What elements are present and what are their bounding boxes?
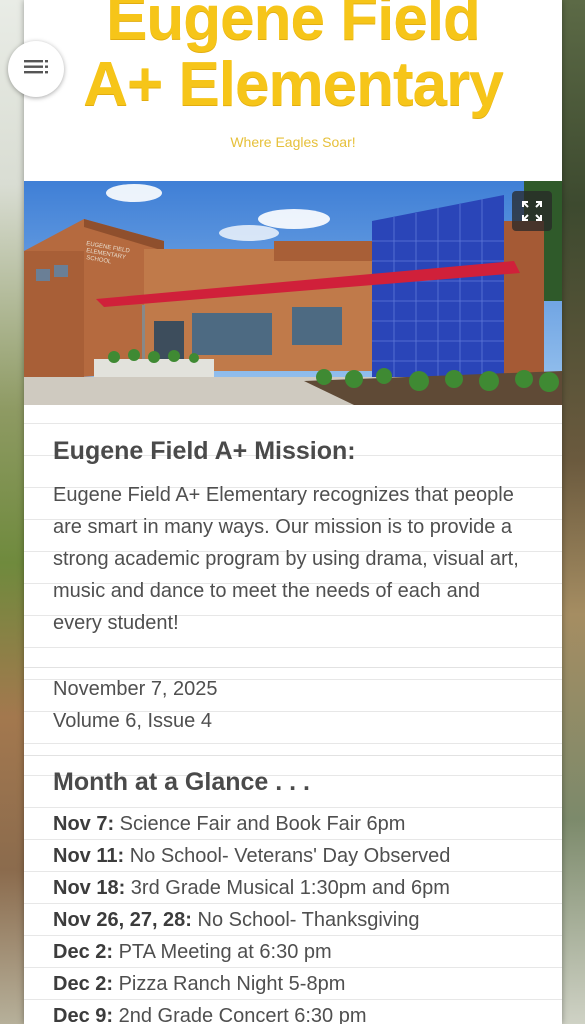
page-header: Eugene Field A+ Elementary Where Eagles … xyxy=(24,0,562,181)
background-photo-right xyxy=(561,0,585,1024)
list-item: Nov 11: No School- Veterans' Day Observe… xyxy=(53,840,533,872)
school-name: Eugene Field A+ Elementary xyxy=(24,0,562,118)
event-description: PTA Meeting at 6:30 pm xyxy=(113,941,332,963)
newsletter-page: Eugene Field A+ Elementary Where Eagles … xyxy=(24,0,562,1024)
issue-info: November 7, 2025 Volume 6, Issue 4 xyxy=(53,668,533,737)
event-date: Dec 2: xyxy=(53,941,114,963)
mission-heading: Eugene Field A+ Mission: xyxy=(53,437,356,465)
list-item: Dec 9: 2nd Grade Concert 6:30 pm xyxy=(53,1000,533,1024)
school-name-line2: A+ Elementary xyxy=(83,50,504,119)
mission-text: Eugene Field A+ Elementary recognizes th… xyxy=(53,484,519,634)
school-photo[interactable]: EUGENE FIELD ELEMENTARY SCHOOL xyxy=(24,181,562,405)
month-at-a-glance-heading: Month at a Glance . . . xyxy=(53,768,310,796)
event-description: Pizza Ranch Night 5-8pm xyxy=(113,973,346,995)
list-item: Nov 26, 27, 28: No School- Thanksgiving xyxy=(53,904,533,936)
fullscreen-button[interactable] xyxy=(512,191,552,231)
school-name-line1: Eugene Field xyxy=(106,0,481,53)
event-description: No School- Veterans' Day Observed xyxy=(124,845,451,867)
event-description: No School- Thanksgiving xyxy=(191,909,420,931)
menu-list-icon xyxy=(23,57,49,82)
issue-date: November 7, 2025 xyxy=(53,678,218,700)
event-date: Nov 26, 27, 28: xyxy=(53,909,192,931)
event-date: Dec 9: xyxy=(53,1005,114,1024)
list-item: Dec 2: PTA Meeting at 6:30 pm xyxy=(53,936,533,968)
newsletter-content: Eugene Field A+ Mission: Eugene Field A+… xyxy=(24,405,562,1024)
event-description: 2nd Grade Concert 6:30 pm xyxy=(113,1005,367,1024)
event-description: Science Fair and Book Fair 6pm xyxy=(114,813,406,835)
list-item: Nov 7: Science Fair and Book Fair 6pm xyxy=(53,808,533,840)
event-date: Nov 7: xyxy=(53,813,115,835)
fullscreen-icon xyxy=(522,201,542,221)
event-date: Dec 2: xyxy=(53,973,114,995)
list-item: Nov 18: 3rd Grade Musical 1:30pm and 6pm xyxy=(53,872,533,904)
issue-volume: Volume 6, Issue 4 xyxy=(53,710,212,732)
tagline: Where Eagles Soar! xyxy=(230,134,356,150)
event-description: 3rd Grade Musical 1:30pm and 6pm xyxy=(125,877,450,899)
event-date: Nov 18: xyxy=(53,877,126,899)
background-photo-left xyxy=(0,0,24,1024)
menu-button[interactable] xyxy=(8,41,64,97)
list-item: Dec 2: Pizza Ranch Night 5-8pm xyxy=(53,968,533,1000)
event-list: Nov 7: Science Fair and Book Fair 6pm No… xyxy=(53,808,533,1024)
event-date: Nov 11: xyxy=(53,845,125,867)
